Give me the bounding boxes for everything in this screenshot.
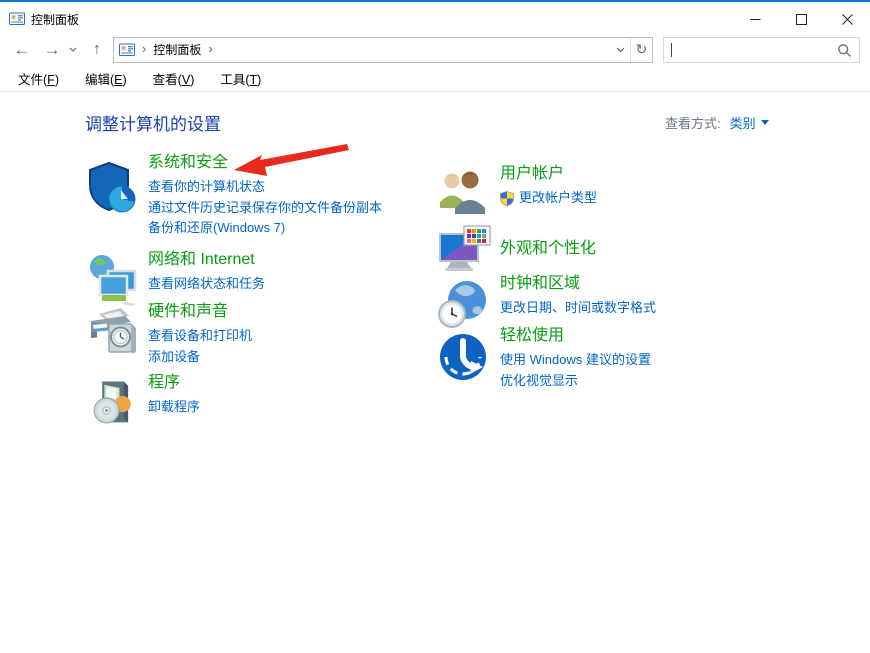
minimize-button[interactable]	[732, 4, 778, 34]
category-title[interactable]: 用户帐户	[500, 163, 597, 185]
breadcrumb-separator[interactable]: ›	[208, 41, 212, 56]
task-link[interactable]: 使用 Windows 建议的设置	[500, 350, 651, 371]
task-link[interactable]: 通过文件历史记录保存你的文件备份副本	[148, 198, 382, 219]
chevron-down-icon	[616, 47, 625, 53]
control-panel-icon	[9, 11, 25, 27]
category-title[interactable]: 轻松使用	[500, 325, 651, 347]
control-panel-icon	[119, 42, 135, 58]
user-accounts-icon	[437, 168, 489, 216]
category-title[interactable]: 系统和安全	[148, 152, 382, 174]
hardware-sound-icon	[85, 304, 141, 360]
forward-arrow-icon[interactable]: →	[40, 41, 64, 58]
control-panel-window: 控制面板 ← → ↑ › 控制面板 ›	[0, 0, 870, 653]
task-link-with-shield[interactable]: 更改帐户类型	[500, 188, 597, 209]
view-by-label: 查看方式:	[665, 113, 721, 132]
search-input[interactable]	[663, 37, 860, 63]
category-ease-of-access: 轻松使用 使用 Windows 建议的设置 优化视觉显示	[437, 325, 651, 391]
back-arrow-icon[interactable]: ←	[10, 41, 34, 58]
text-caret	[671, 43, 672, 57]
task-link[interactable]: 查看你的计算机状态	[148, 177, 382, 198]
category-user-accounts: 用户帐户 更改帐户类型	[437, 163, 597, 221]
personalization-icon	[437, 224, 493, 274]
chevron-down-icon[interactable]	[761, 120, 769, 125]
task-link[interactable]: 优化视觉显示	[500, 371, 651, 392]
ease-of-access-icon	[437, 331, 489, 383]
task-link[interactable]: 备份和还原(Windows 7)	[148, 218, 382, 239]
menu-file[interactable]: 文件(F)	[10, 65, 67, 92]
content-area: 调整计算机的设置 查看方式: 类别 系统和安全 查看你的计算机状态 通过文件历史…	[0, 92, 870, 653]
system-security-icon	[85, 160, 141, 216]
task-link[interactable]: 查看网络状态和任务	[148, 274, 265, 295]
breadcrumb-separator: ›	[142, 41, 146, 56]
breadcrumb-control-panel[interactable]: 控制面板	[153, 41, 201, 58]
category-title[interactable]: 程序	[148, 372, 200, 394]
navigation-bar: ← → ↑ › 控制面板 › ↻	[0, 34, 870, 65]
up-arrow-icon[interactable]: ↑	[86, 42, 108, 58]
category-programs: 程序 卸载程序	[85, 372, 200, 436]
task-link[interactable]: 添加设备	[148, 347, 252, 368]
address-dropdown-button[interactable]	[610, 38, 630, 62]
minimize-icon	[750, 14, 761, 25]
category-hardware-sound: 硬件和声音 查看设备和打印机 添加设备	[85, 301, 252, 367]
category-title[interactable]: 网络和 Internet	[148, 249, 265, 271]
close-icon	[842, 14, 853, 25]
window-title: 控制面板	[31, 11, 79, 28]
category-title[interactable]: 外观和个性化	[500, 238, 596, 260]
maximize-icon	[796, 14, 807, 25]
view-by-value[interactable]: 类别	[730, 113, 756, 132]
title-bar: 控制面板	[0, 4, 870, 34]
task-link[interactable]: 更改日期、时间或数字格式	[500, 298, 656, 319]
category-title[interactable]: 硬件和声音	[148, 301, 252, 323]
refresh-icon: ↻	[636, 41, 648, 58]
category-title[interactable]: 时钟和区域	[500, 273, 656, 295]
close-button[interactable]	[824, 4, 870, 34]
recent-pages-button[interactable]	[66, 47, 80, 52]
search-icon	[837, 43, 852, 58]
menu-view[interactable]: 查看(V)	[145, 65, 203, 92]
uac-shield-icon	[500, 191, 514, 206]
address-bar[interactable]: › 控制面板 › ↻	[113, 37, 653, 63]
task-link[interactable]: 卸载程序	[148, 397, 200, 418]
network-internet-icon	[85, 252, 141, 308]
category-personalization: 外观和个性化	[437, 224, 596, 279]
menu-bar: 文件(F) 编辑(E) 查看(V) 工具(T)	[0, 65, 870, 92]
category-system-security: 系统和安全 查看你的计算机状态 通过文件历史记录保存你的文件备份副本 备份和还原…	[85, 152, 382, 239]
refresh-button[interactable]: ↻	[630, 38, 652, 62]
menu-edit[interactable]: 编辑(E)	[77, 65, 135, 92]
menu-tools[interactable]: 工具(T)	[212, 65, 269, 92]
page-title: 调整计算机的设置	[85, 110, 221, 135]
chevron-down-icon	[69, 47, 77, 52]
category-clock-region: 时钟和区域 更改日期、时间或数字格式	[437, 273, 656, 333]
task-link[interactable]: 查看设备和打印机	[148, 326, 252, 347]
clock-region-icon	[437, 278, 489, 328]
programs-icon	[85, 375, 141, 431]
maximize-button[interactable]	[778, 4, 824, 34]
